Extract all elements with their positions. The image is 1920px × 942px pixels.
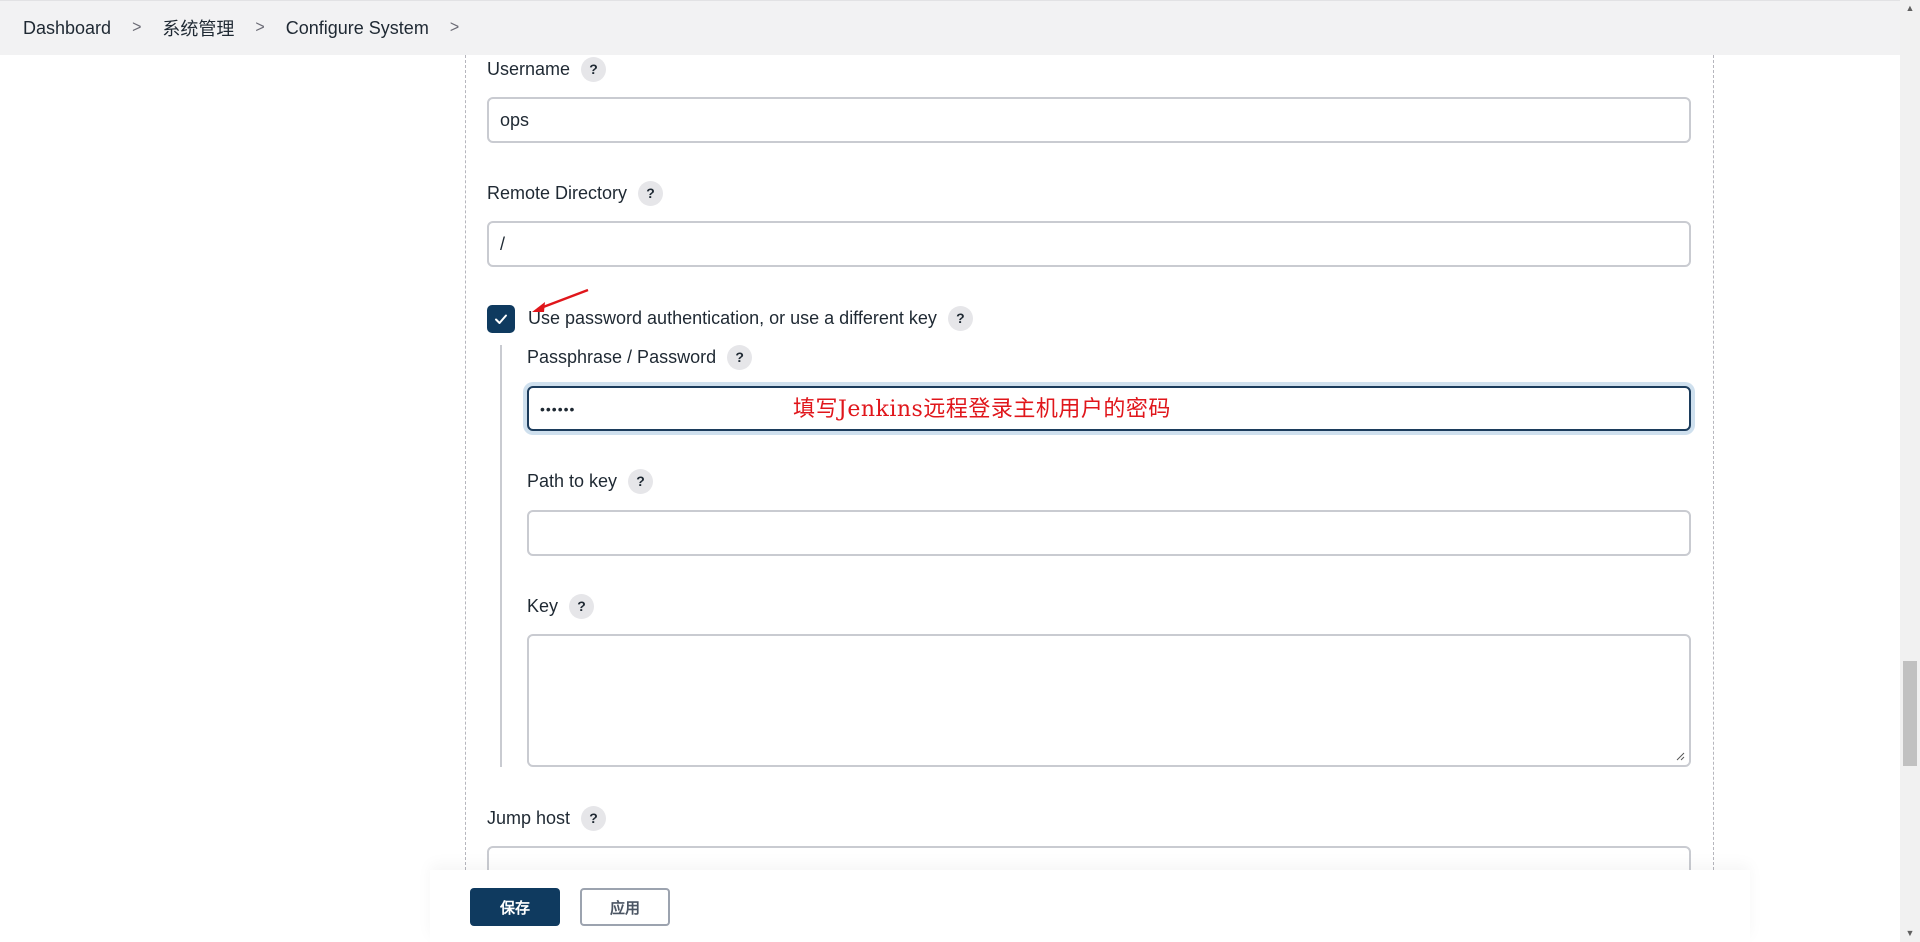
help-icon[interactable]: ? (569, 593, 595, 619)
remote-directory-label: Remote Directory ? (487, 179, 664, 207)
path-to-key-label: Path to key ? (527, 467, 654, 495)
chevron-right-icon[interactable]: > (450, 18, 459, 38)
breadcrumb: Dashboard > 系统管理 > Configure System > (0, 0, 1900, 55)
chevron-right-icon: > (132, 18, 142, 37)
path-to-key-input[interactable] (527, 510, 1691, 556)
passphrase-label: Passphrase / Password ? (527, 343, 753, 371)
breadcrumb-system-management[interactable]: 系统管理 (162, 15, 234, 41)
breadcrumb-configure-system[interactable]: Configure System (286, 18, 429, 39)
breadcrumb-dashboard[interactable]: Dashboard (23, 18, 111, 39)
scroll-down-icon[interactable]: ▼ (1905, 928, 1915, 938)
key-label: Key ? (527, 592, 595, 620)
annotation-text: 填写Jenkins远程登录主机用户的密码 (793, 397, 1171, 422)
key-textarea[interactable] (527, 634, 1691, 767)
resize-grip-icon[interactable] (1675, 751, 1685, 761)
jump-host-label: Jump host ? (487, 804, 607, 832)
help-icon[interactable]: ? (638, 180, 664, 206)
help-icon[interactable]: ? (727, 344, 753, 370)
help-icon[interactable]: ? (581, 805, 607, 831)
use-password-checkbox[interactable] (487, 305, 515, 333)
apply-button[interactable]: 应用 (580, 888, 670, 926)
username-label: Username ? (487, 55, 607, 83)
checkmark-icon (495, 314, 507, 324)
scrollbar[interactable] (1900, 0, 1920, 942)
use-password-label: Use password authentication, or use a di… (528, 303, 973, 333)
annotation-arrow-icon (532, 288, 589, 312)
help-icon[interactable]: ? (581, 56, 607, 82)
help-icon[interactable]: ? (628, 468, 654, 494)
remote-directory-input[interactable]: / (487, 221, 1691, 267)
save-button[interactable]: 保存 (470, 888, 560, 926)
scrollbar-thumb[interactable] (1903, 661, 1917, 766)
nested-block-line (500, 345, 502, 767)
username-input[interactable]: ops (487, 97, 1691, 143)
chevron-right-icon: > (255, 18, 265, 37)
help-icon[interactable]: ? (947, 305, 973, 331)
scroll-up-icon[interactable]: ▲ (1905, 3, 1915, 13)
